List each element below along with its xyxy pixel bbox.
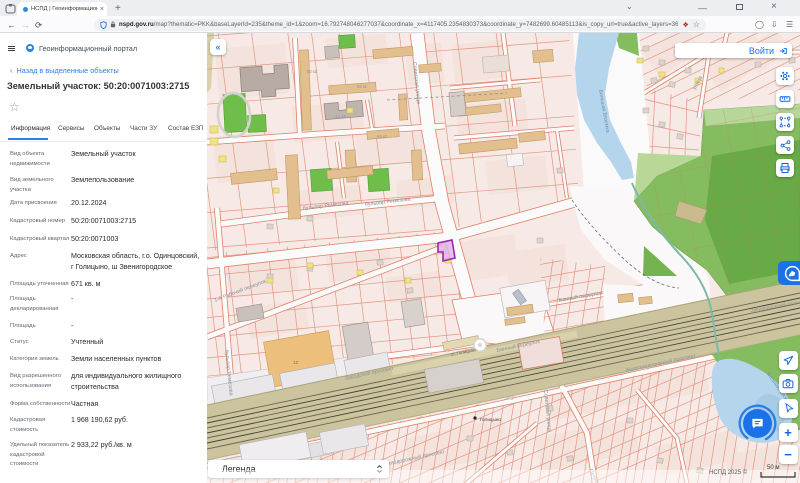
svg-text:14 к3: 14 к3: [335, 114, 346, 119]
svg-text:12: 12: [293, 360, 299, 365]
svg-text:54 к2: 54 к2: [377, 134, 388, 139]
svg-text:52 к1: 52 к1: [357, 84, 368, 89]
svg-text:52 к3: 52 к3: [307, 69, 318, 74]
svg-text:Голицыно: Голицыно: [480, 417, 501, 422]
